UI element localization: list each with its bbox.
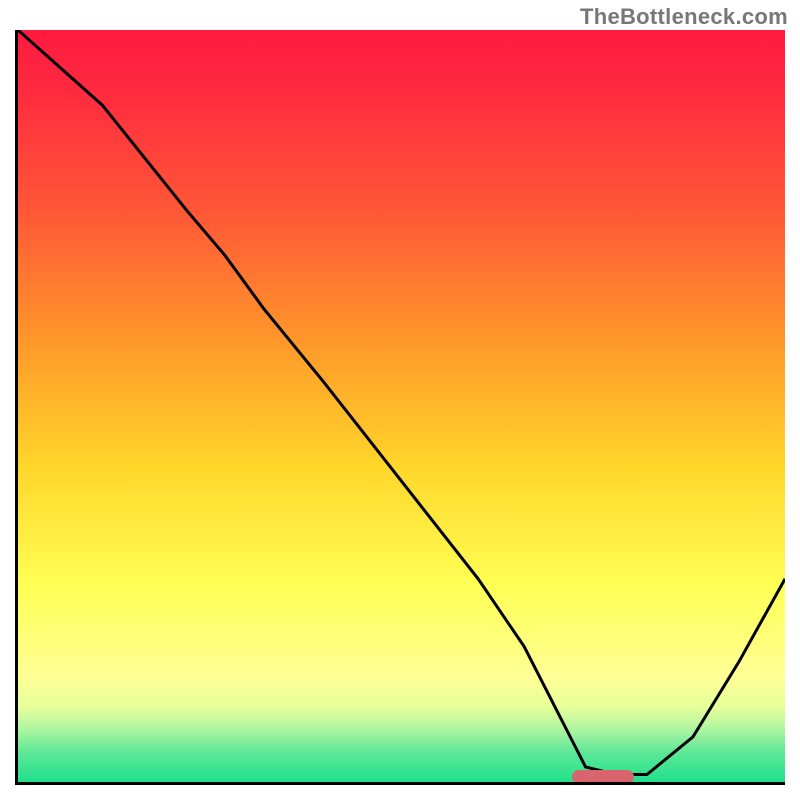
chart-curve: [18, 30, 785, 782]
optimal-zone-marker: [572, 770, 634, 784]
bottleneck-curve-path: [18, 30, 785, 775]
watermark-text: TheBottleneck.com: [580, 4, 788, 30]
chart-frame: [15, 30, 785, 785]
